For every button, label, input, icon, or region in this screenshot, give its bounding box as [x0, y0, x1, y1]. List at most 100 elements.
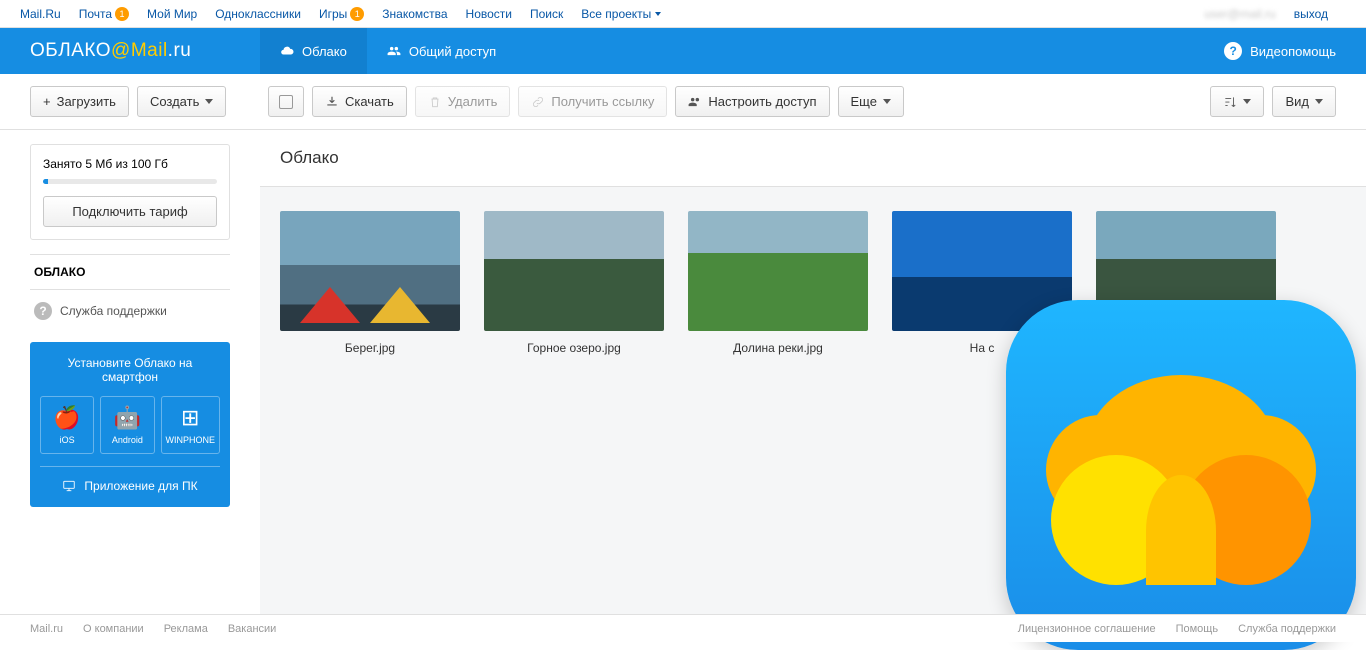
trash-icon: [428, 95, 442, 109]
platform-winphone[interactable]: ⊞ WINPHONE: [161, 396, 221, 454]
topnav-news[interactable]: Новости: [466, 7, 512, 21]
delete-label: Удалить: [448, 94, 498, 109]
topnav-moimir[interactable]: Мой Мир: [147, 7, 197, 21]
games-badge: 1: [350, 7, 364, 21]
footer-about[interactable]: О компании: [83, 623, 144, 635]
getlink-label: Получить ссылку: [551, 94, 654, 109]
desktop-app-label: Приложение для ПК: [84, 479, 197, 493]
footer-ads[interactable]: Реклама: [164, 623, 208, 635]
video-help-label: Видеопомощь: [1250, 44, 1336, 59]
support-label: Служба поддержки: [60, 304, 167, 318]
more-label: Еще: [851, 94, 877, 109]
winphone-label: WINPHONE: [166, 435, 216, 445]
topnav-games[interactable]: Игры1: [319, 7, 364, 21]
sidebar-section-title: ОБЛАКО: [30, 254, 230, 290]
ios-label: iOS: [45, 435, 89, 445]
chevron-down-icon: [1315, 99, 1323, 104]
footer: Mail.ru О компании Реклама Вакансии Лице…: [0, 614, 1366, 642]
platform-android[interactable]: 🤖 Android: [100, 396, 154, 454]
download-label: Скачать: [345, 94, 394, 109]
storage-bar: [43, 179, 217, 184]
download-icon: [325, 95, 339, 109]
file-item[interactable]: Берег.jpg: [280, 211, 460, 355]
android-label: Android: [105, 435, 149, 445]
sidebar: Занято 5 Мб из 100 Гб Подключить тариф О…: [0, 130, 260, 642]
desktop-app-link[interactable]: Приложение для ПК: [40, 466, 220, 493]
tab-shared[interactable]: Общий доступ: [367, 28, 516, 74]
platform-ios[interactable]: 🍎 iOS: [40, 396, 94, 454]
logo-mail: Mail: [131, 40, 168, 61]
mail-badge: 1: [115, 7, 129, 21]
mobile-promo: Установите Облако на смартфон 🍎 iOS 🤖 An…: [30, 342, 230, 507]
top-nav: Mail.Ru Почта1 Мой Мир Одноклассники Игр…: [0, 0, 1366, 28]
cloud-icon: [280, 44, 294, 58]
topnav-allprojects-label: Все проекты: [581, 7, 651, 21]
logo[interactable]: ОБЛАКО@Mail.ru: [0, 40, 260, 62]
checkbox-icon: [279, 95, 293, 109]
people-icon: [688, 95, 702, 109]
access-label: Настроить доступ: [708, 94, 816, 109]
access-button[interactable]: Настроить доступ: [675, 86, 829, 117]
chevron-down-icon: [205, 99, 213, 104]
storage-panel: Занято 5 Мб из 100 Гб Подключить тариф: [30, 144, 230, 240]
people-icon: [387, 44, 401, 58]
tab-cloud-label: Облако: [302, 44, 347, 59]
logout-link[interactable]: выход: [1294, 7, 1328, 21]
android-icon: 🤖: [105, 405, 149, 431]
sort-button[interactable]: [1210, 86, 1264, 117]
header: ОБЛАКО@Mail.ru Облако Общий доступ ? Вид…: [0, 28, 1366, 74]
footer-help[interactable]: Помощь: [1176, 623, 1219, 635]
tab-cloud[interactable]: Облако: [260, 28, 367, 74]
download-button[interactable]: Скачать: [312, 86, 407, 117]
delete-button[interactable]: Удалить: [415, 86, 511, 117]
topnav-dating[interactable]: Знакомства: [382, 7, 447, 21]
breadcrumb: Облако: [260, 130, 1366, 187]
topnav-mailru[interactable]: Mail.Ru: [20, 7, 61, 21]
footer-mailru[interactable]: Mail.ru: [30, 623, 63, 635]
user-email[interactable]: user@mail.ru: [1204, 7, 1276, 21]
upload-label: Загрузить: [57, 94, 116, 109]
create-label: Создать: [150, 94, 199, 109]
link-icon: [531, 95, 545, 109]
footer-support[interactable]: Служба поддержки: [1238, 623, 1336, 635]
promo-title: Установите Облако на смартфон: [40, 356, 220, 384]
toolbar: + Загрузить Создать Скачать Удалить Получ…: [0, 74, 1366, 130]
topnav-search[interactable]: Поиск: [530, 7, 563, 21]
topnav-mail[interactable]: Почта1: [79, 7, 129, 21]
topnav-allprojects[interactable]: Все проекты: [581, 7, 661, 21]
topnav-ok[interactable]: Одноклассники: [215, 7, 301, 21]
cloud-graphic: [1051, 365, 1311, 585]
logo-at-icon: @: [111, 40, 131, 61]
storage-label: Занято 5 Мб из 100 Гб: [43, 157, 217, 171]
topnav-games-label: Игры: [319, 7, 347, 21]
help-icon: ?: [1224, 42, 1242, 60]
tariff-button[interactable]: Подключить тариф: [43, 196, 217, 227]
file-name: Горное озеро.jpg: [484, 341, 664, 355]
create-button[interactable]: Создать: [137, 86, 226, 117]
thumbnail: [688, 211, 868, 331]
view-button[interactable]: Вид: [1272, 86, 1336, 117]
chevron-down-icon: [883, 99, 891, 104]
monitor-icon: [62, 479, 76, 493]
footer-license[interactable]: Лицензионное соглашение: [1018, 623, 1156, 635]
more-button[interactable]: Еще: [838, 86, 904, 117]
thumbnail: [484, 211, 664, 331]
support-link[interactable]: ? Служба поддержки: [30, 290, 230, 332]
file-item[interactable]: Горное озеро.jpg: [484, 211, 664, 355]
question-icon: ?: [34, 302, 52, 320]
getlink-button[interactable]: Получить ссылку: [518, 86, 667, 117]
footer-jobs[interactable]: Вакансии: [228, 623, 277, 635]
chevron-down-icon: [655, 12, 661, 16]
apple-icon: 🍎: [45, 405, 89, 431]
plus-icon: +: [43, 94, 51, 109]
select-all-checkbox[interactable]: [268, 86, 304, 117]
tab-shared-label: Общий доступ: [409, 44, 496, 59]
upload-button[interactable]: + Загрузить: [30, 86, 129, 117]
file-name: Берег.jpg: [280, 341, 460, 355]
video-help[interactable]: ? Видеопомощь: [1224, 42, 1366, 60]
logo-oblako: ОБЛАКО: [30, 40, 111, 61]
view-label: Вид: [1285, 94, 1309, 109]
file-item[interactable]: Долина реки.jpg: [688, 211, 868, 355]
sort-icon: [1223, 95, 1237, 109]
topnav-mail-label: Почта: [79, 7, 112, 21]
